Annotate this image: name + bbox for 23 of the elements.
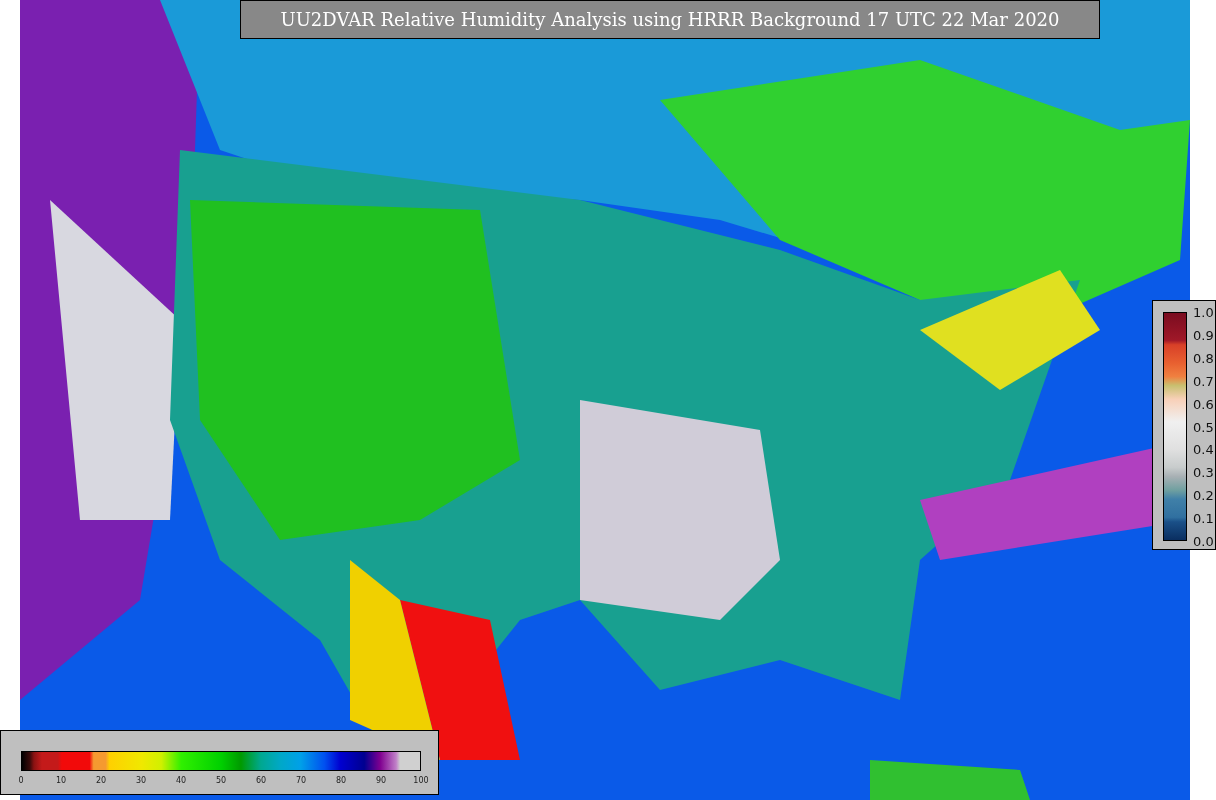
tick-label: 30 (135, 776, 147, 785)
tick-label: 20 (95, 776, 107, 785)
tick-label: 10 (55, 776, 67, 785)
map-title: UU2DVAR Relative Humidity Analysis using HRRR Background 17 UTC 22 Mar 2020 (240, 0, 1100, 39)
tick-label: 0.6 (1193, 396, 1214, 412)
tick-label: 100 (413, 776, 429, 785)
tick-label: 0.7 (1193, 373, 1214, 389)
tick-label: 50 (215, 776, 227, 785)
tick-label: 90 (375, 776, 387, 785)
tick-label: 0.0 (1193, 533, 1214, 549)
tick-label: 0.4 (1193, 441, 1214, 457)
tick-label: 0.8 (1193, 350, 1214, 366)
tick-label: 0.5 (1193, 419, 1214, 434)
tick-label: 0.9 (1193, 327, 1214, 343)
tick-label: 0.2 (1193, 487, 1214, 503)
tick-label: 60 (255, 776, 267, 785)
tick-label: 80 (335, 776, 347, 785)
tick-label: 0.1 (1193, 510, 1214, 526)
tick-label: 1.0 (1193, 304, 1214, 320)
tick-label: 0.3 (1193, 464, 1214, 480)
tick-label: 40 (175, 776, 187, 785)
tick-label: 70 (295, 776, 307, 785)
tick-label: 0 (18, 776, 24, 785)
